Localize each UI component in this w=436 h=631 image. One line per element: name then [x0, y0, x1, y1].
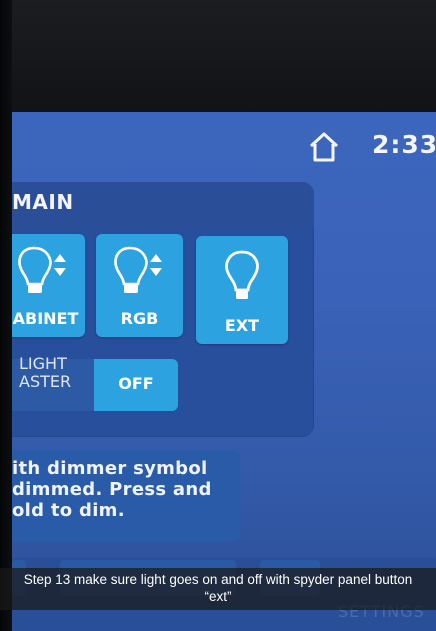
- tile-rgb[interactable]: RGB: [96, 234, 183, 337]
- light-master-label-line2: ASTER: [19, 372, 72, 391]
- tile-ext-label: EXT: [224, 316, 260, 335]
- light-master-label-line1: LIGHT: [19, 354, 67, 373]
- home-icon[interactable]: [307, 130, 341, 164]
- light-master-label: LIGHT ASTER: [19, 355, 99, 391]
- clock: 2:33: [372, 130, 436, 159]
- info-text: ith dimmer symbol dimmed. Press and old …: [12, 458, 234, 521]
- bulb-icon: [225, 250, 259, 299]
- caption-overlay: Step 13 make sure light goes on and off …: [0, 568, 436, 610]
- device-bezel-left: [0, 0, 12, 631]
- tile-ext[interactable]: EXT: [196, 236, 288, 344]
- light-master-off-button[interactable]: OFF: [94, 359, 178, 411]
- info-line-1: ith dimmer symbol: [12, 458, 208, 479]
- tile-cabinet-label: ABINET: [12, 309, 79, 328]
- main-panel-header: MAIN: [12, 182, 314, 228]
- bulb-dimmer-icon: [114, 246, 162, 293]
- info-line-2: dimmed. Press and: [12, 479, 212, 500]
- light-master-off-label: OFF: [118, 374, 154, 393]
- bulb-dimmer-icon: [18, 246, 66, 293]
- tile-rgb-label: RGB: [120, 309, 159, 328]
- tile-cabinet[interactable]: ABINET: [12, 234, 85, 337]
- touch-screen: 2:33 MAIN ABINET RGB EXT LIGHT ASTER OFF…: [12, 112, 436, 631]
- info-line-3: old to dim.: [12, 500, 125, 521]
- caption-text: Step 13 make sure light goes on and off …: [23, 572, 413, 604]
- main-panel-title: MAIN: [12, 190, 74, 214]
